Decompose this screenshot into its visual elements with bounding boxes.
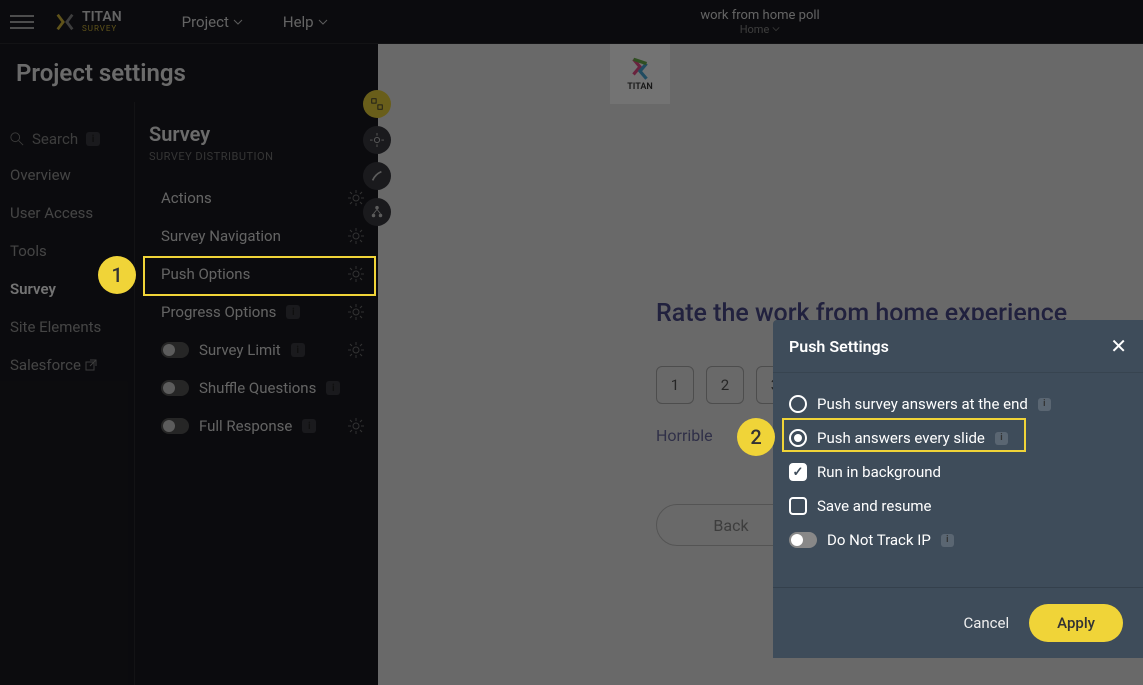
push-settings-modal: Push Settings ✕ Push survey answers at t… bbox=[773, 320, 1143, 658]
radio-icon[interactable] bbox=[789, 395, 807, 413]
modal-title: Push Settings bbox=[789, 337, 889, 356]
annotation-2: 2 bbox=[737, 418, 775, 456]
opt-push-end[interactable]: Push survey answers at the end i bbox=[789, 387, 1127, 421]
cancel-button[interactable]: Cancel bbox=[963, 614, 1009, 632]
toggle[interactable] bbox=[789, 532, 817, 548]
close-icon[interactable]: ✕ bbox=[1110, 334, 1127, 358]
info-icon: i bbox=[941, 534, 954, 547]
annotation-1: 1 bbox=[98, 256, 136, 294]
highlight-push-every-slide bbox=[782, 418, 1026, 452]
opt-save-resume[interactable]: Save and resume bbox=[789, 489, 1127, 523]
checkbox-icon[interactable] bbox=[789, 463, 807, 481]
highlight-push-options bbox=[143, 256, 376, 296]
apply-button[interactable]: Apply bbox=[1029, 604, 1123, 642]
opt-run-bg[interactable]: Run in background bbox=[789, 455, 1127, 489]
checkbox-icon[interactable] bbox=[789, 497, 807, 515]
opt-dnt[interactable]: Do Not Track IP i bbox=[789, 523, 1127, 557]
info-icon: i bbox=[1038, 398, 1051, 411]
